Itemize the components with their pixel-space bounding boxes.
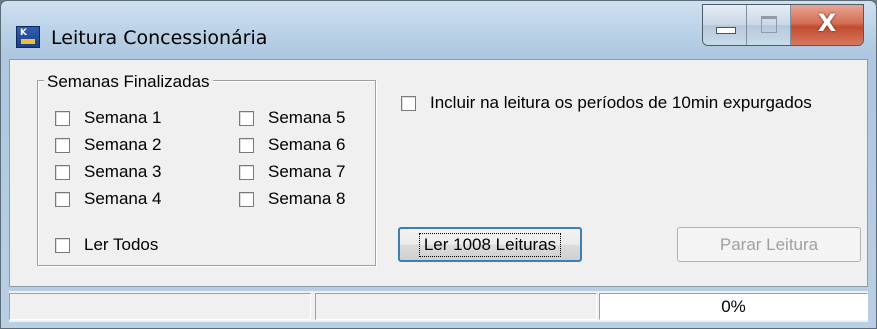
week-8-checkbox[interactable]: Semana 8 [239, 189, 346, 209]
checkbox-box[interactable] [55, 164, 70, 180]
week-6-checkbox[interactable]: Semana 6 [239, 135, 346, 155]
week-7-label: Semana 7 [268, 162, 346, 181]
status-bar: 0% [9, 291, 868, 322]
week-4-label: Semana 4 [84, 189, 162, 208]
minimize-button[interactable] [703, 5, 747, 45]
status-panel-2 [315, 293, 597, 320]
caption-buttons: X [702, 4, 864, 46]
read-readings-label: Ler 1008 Leituras [418, 232, 562, 257]
week-3-label: Semana 3 [84, 162, 162, 181]
weeks-group-label: Semanas Finalizadas [44, 72, 213, 92]
week-2-label: Semana 2 [84, 135, 162, 154]
week-5-label: Semana 5 [268, 108, 346, 127]
status-panel-1 [9, 293, 311, 320]
week-4-checkbox[interactable]: Semana 4 [55, 189, 162, 209]
close-button[interactable]: X [791, 5, 863, 45]
close-icon: X [817, 9, 837, 37]
include-purged-checkbox[interactable]: Incluir na leitura os períodos de 10min … [401, 93, 812, 113]
week-5-checkbox[interactable]: Semana 5 [239, 108, 346, 128]
week-3-checkbox[interactable]: Semana 3 [55, 162, 162, 182]
title-bar[interactable]: K Leitura Concessionária X [1, 1, 876, 59]
week-1-checkbox[interactable]: Semana 1 [55, 108, 162, 128]
read-readings-button[interactable]: Ler 1008 Leituras [398, 227, 582, 262]
checkbox-box[interactable] [239, 191, 254, 207]
progress-panel: 0% [599, 293, 868, 320]
stop-reading-label: Parar Leitura [719, 234, 819, 254]
app-logo-letter: K [20, 28, 27, 38]
checkbox-box[interactable] [55, 191, 70, 207]
week-6-label: Semana 6 [268, 135, 346, 154]
app-logo-icon: K [16, 26, 40, 48]
read-all-checkbox[interactable]: Ler Todos [55, 235, 158, 255]
checkbox-box[interactable] [239, 137, 254, 153]
client-area: Semanas Finalizadas Semana 1 Semana 2 Se… [9, 59, 868, 287]
checkbox-box[interactable] [55, 137, 70, 153]
read-all-label: Ler Todos [84, 235, 159, 254]
maximize-button[interactable] [747, 5, 791, 45]
checkbox-box[interactable] [401, 95, 416, 111]
include-purged-label: Incluir na leitura os períodos de 10min … [430, 93, 812, 112]
week-7-checkbox[interactable]: Semana 7 [239, 162, 346, 182]
week-1-label: Semana 1 [84, 108, 162, 127]
checkbox-box[interactable] [55, 110, 70, 126]
checkbox-box[interactable] [239, 164, 254, 180]
week-2-checkbox[interactable]: Semana 2 [55, 135, 162, 155]
app-window: K Leitura Concessionária X Semanas Final… [0, 0, 877, 329]
window-title: Leitura Concessionária [51, 27, 268, 49]
checkbox-box[interactable] [239, 110, 254, 126]
app-logo-bar [21, 39, 35, 44]
minimize-icon [716, 27, 736, 34]
checkbox-box[interactable] [55, 237, 70, 253]
stop-reading-button: Parar Leitura [677, 227, 861, 262]
maximize-icon [761, 16, 777, 33]
week-8-label: Semana 8 [268, 189, 346, 208]
